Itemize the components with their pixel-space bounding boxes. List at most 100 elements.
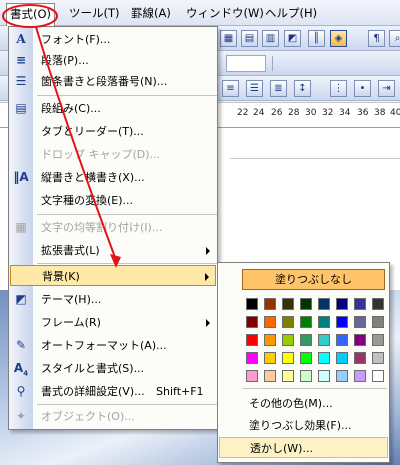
spreadsheet-icon[interactable]: ▤ (241, 30, 258, 47)
drawing-icon[interactable]: ◩ (284, 30, 301, 47)
color-swatch[interactable] (300, 316, 312, 328)
color-swatch[interactable] (300, 370, 312, 382)
menu-item-paragraph[interactable]: ≡ 段落(P)... (10, 50, 216, 71)
menu-item-font[interactable]: A フォント(F)... (10, 29, 216, 50)
color-swatch[interactable] (282, 334, 294, 346)
align-right-icon[interactable]: ≣ (270, 80, 287, 97)
color-swatch[interactable] (246, 334, 258, 346)
color-swatch[interactable] (282, 298, 294, 310)
line-spacing-icon[interactable]: ↕ (294, 80, 311, 97)
menu-item-styles[interactable]: A4 スタイルと書式(S)... (10, 358, 216, 379)
menu-item-theme[interactable]: ◩ テーマ(H)... (10, 289, 216, 310)
menu-window[interactable]: ウィンドウ(W) (183, 5, 267, 22)
ruler-number: 40 (390, 108, 400, 118)
color-swatch[interactable] (354, 316, 366, 328)
color-swatch[interactable] (300, 334, 312, 346)
font-icon: A (16, 32, 26, 46)
menu-format[interactable]: 書式(O) (6, 3, 56, 26)
paragraph-icon: ≡ (15, 53, 27, 67)
ruler-number: 24 (253, 108, 265, 118)
document-map-icon[interactable]: ◈ (330, 30, 347, 47)
ruler-number: 28 (288, 108, 300, 118)
menu-item-distribute[interactable]: ▦ 文字の均等割り付け(I)... (10, 217, 216, 238)
color-swatch[interactable] (318, 334, 330, 346)
color-swatch[interactable] (372, 298, 384, 310)
zoom-icon[interactable]: ⌕ (389, 30, 400, 47)
color-swatch[interactable] (336, 334, 348, 346)
color-swatch[interactable] (318, 370, 330, 382)
color-swatch[interactable] (246, 370, 258, 382)
color-swatch[interactable] (336, 352, 348, 364)
color-swatch[interactable] (264, 334, 276, 346)
color-swatch[interactable] (282, 352, 294, 364)
color-swatch[interactable] (264, 370, 276, 382)
text-direction-icon[interactable]: ║ (308, 30, 325, 47)
font-size-box[interactable] (226, 55, 266, 72)
submenu-arrow-icon (206, 247, 210, 255)
bullets-icon[interactable]: • (354, 80, 371, 97)
styles-icon: A4 (13, 361, 29, 378)
ruler-number: 34 (339, 108, 351, 118)
menu-item-columns[interactable]: ▤ 段組み(C)... (10, 98, 216, 119)
menu-item-asian-layout[interactable]: 拡張書式(L) (10, 240, 216, 261)
menu-item-background[interactable]: 背景(K) (10, 265, 216, 286)
fill-effects-item[interactable]: 塗りつぶし効果(F)... (219, 415, 388, 436)
menu-item-reveal-formatting[interactable]: ⚲ 書式の詳細設定(V)... Shift+F1 (10, 381, 216, 402)
menu-item-label: スタイルと書式(S)... (41, 362, 145, 375)
watermark-item[interactable]: 透かし(W)... (219, 437, 388, 458)
table-insert-icon[interactable]: ▦ (220, 30, 237, 47)
color-swatch[interactable] (300, 352, 312, 364)
menu-item-bullets[interactable]: ☰ 箇条書きと段落番号(N)... (10, 71, 216, 92)
menu-item-frames[interactable]: フレーム(R) (10, 312, 216, 333)
indent-icon[interactable]: ⇥ (378, 80, 395, 97)
show-hide-icon[interactable]: ¶ (368, 30, 385, 47)
color-swatch[interactable] (264, 316, 276, 328)
menu-table[interactable]: 罫線(A) (128, 5, 174, 22)
color-swatch[interactable] (246, 316, 258, 328)
menu-help[interactable]: ヘルプ(H) (262, 5, 320, 22)
more-colors-item[interactable]: その他の色(M)... (219, 393, 388, 414)
color-swatch[interactable] (354, 370, 366, 382)
color-swatch[interactable] (372, 316, 384, 328)
color-swatch[interactable] (246, 298, 258, 310)
color-swatch[interactable] (246, 352, 258, 364)
color-swatch[interactable] (318, 316, 330, 328)
menu-item-autoformat[interactable]: ✎ オートフォーマット(A)... (10, 335, 216, 356)
color-swatch[interactable] (264, 298, 276, 310)
color-swatch[interactable] (318, 352, 330, 364)
color-swatch[interactable] (354, 298, 366, 310)
color-swatch[interactable] (354, 352, 366, 364)
menu-item-change-case[interactable]: 文字種の変換(E)... (10, 190, 216, 211)
menu-item-object[interactable]: ✦ オブジェクト(O)... (10, 406, 216, 427)
color-swatch[interactable] (372, 352, 384, 364)
align-distribute-icon[interactable]: ☰ (246, 80, 263, 97)
color-swatch[interactable] (282, 316, 294, 328)
menu-item-label: 段落(P)... (41, 54, 89, 67)
menu-tools[interactable]: ツール(T) (66, 5, 123, 22)
color-swatch[interactable] (282, 370, 294, 382)
menu-item-tabs[interactable]: タブとリーダー(T)... (10, 121, 216, 142)
columns-icon[interactable]: ▥ (262, 30, 279, 47)
no-fill-button[interactable]: 塗りつぶしなし (242, 269, 385, 290)
color-swatch[interactable] (372, 370, 384, 382)
menu-item-text-direction[interactable]: ‖A 縦書きと横書き(X)... (10, 167, 216, 188)
color-swatch[interactable] (318, 298, 330, 310)
menu-item-label: 背景(K) (42, 270, 80, 283)
color-swatch[interactable] (264, 352, 276, 364)
color-swatch[interactable] (336, 316, 348, 328)
color-swatch[interactable] (372, 334, 384, 346)
menu-item-label: オートフォーマット(A)... (41, 339, 167, 352)
toolbar-separator (272, 56, 273, 71)
theme-icon: ◩ (15, 292, 27, 306)
menu-item-drop-cap[interactable]: ドロップ キャップ(D)... (10, 144, 216, 165)
numbering-icon[interactable]: ⋮ (330, 80, 347, 97)
color-swatch[interactable] (300, 298, 312, 310)
color-swatch[interactable] (354, 334, 366, 346)
menu-item-label: オブジェクト(O)... (41, 410, 135, 423)
menu-item-label: 塗りつぶし効果(F)... (249, 419, 352, 432)
text-direction-icon: ‖A (13, 170, 29, 184)
color-swatch[interactable] (336, 370, 348, 382)
menu-item-label: ドロップ キャップ(D)... (41, 148, 161, 161)
align-justify-icon[interactable]: ≡ (222, 80, 239, 97)
color-swatch[interactable] (336, 298, 348, 310)
